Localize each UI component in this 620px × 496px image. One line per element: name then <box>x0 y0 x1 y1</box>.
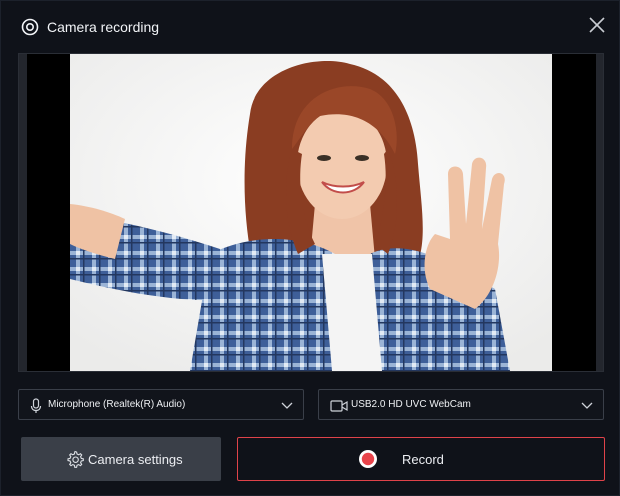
record-dot-icon <box>359 450 377 468</box>
preview-letterbox <box>27 54 596 371</box>
camera-recording-window: Camera recording Microphone (Realtek(R) … <box>0 0 620 496</box>
microphone-icon <box>30 398 42 413</box>
webcam-person-image <box>70 54 552 371</box>
chevron-down-icon <box>281 402 293 409</box>
window-title: Camera recording <box>47 19 160 35</box>
title-bar: Camera recording <box>1 1 620 49</box>
video-camera-icon <box>330 400 348 412</box>
record-label: Record <box>402 452 444 467</box>
camera-select[interactable]: USB2.0 HD UVC WebCam <box>318 389 604 420</box>
close-icon[interactable] <box>587 15 607 35</box>
camera-settings-button[interactable]: Camera settings <box>21 437 221 481</box>
camera-preview <box>18 53 604 372</box>
camera-feed-image <box>70 54 552 371</box>
microphone-select[interactable]: Microphone (Realtek(R) Audio) <box>18 389 304 420</box>
camera-select-value: USB2.0 HD UVC WebCam <box>351 399 471 410</box>
gear-icon <box>67 450 84 468</box>
record-button[interactable]: Record <box>237 437 605 481</box>
camera-icon <box>21 18 39 36</box>
microphone-select-value: Microphone (Realtek(R) Audio) <box>48 399 186 410</box>
camera-settings-label: Camera settings <box>88 452 183 467</box>
chevron-down-icon <box>581 402 593 409</box>
